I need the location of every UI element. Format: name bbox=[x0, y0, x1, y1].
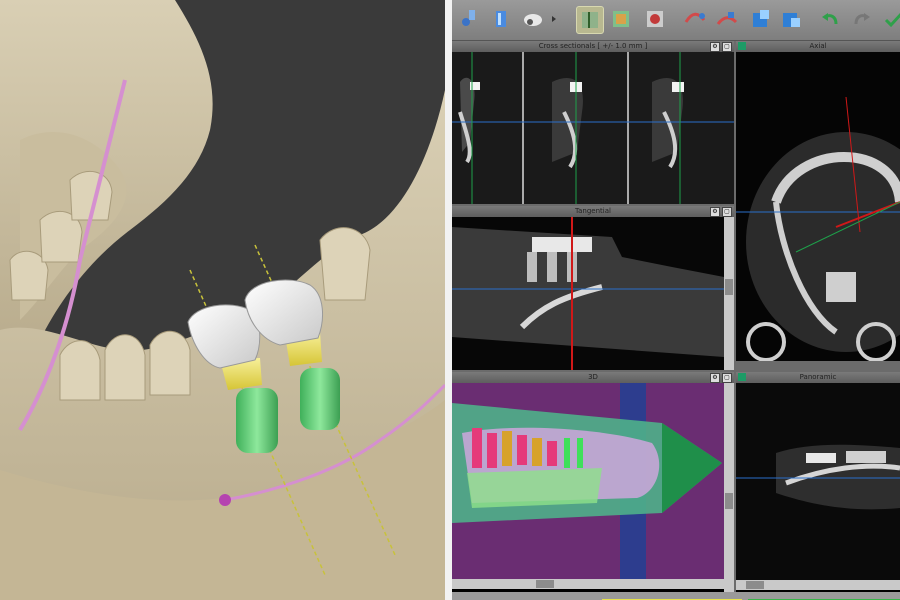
slice-view-icon[interactable] bbox=[576, 6, 604, 34]
3d-view-panel[interactable]: 3D ⚙ ▢ bbox=[452, 372, 734, 592]
render-view-icon[interactable] bbox=[642, 6, 668, 32]
panel-settings-icon[interactable]: ⚙ bbox=[710, 373, 720, 383]
status-segment-green bbox=[748, 592, 900, 600]
scrollbar-thumb[interactable] bbox=[536, 580, 554, 588]
panel-settings-icon[interactable]: ⚙ bbox=[710, 207, 720, 217]
panoramic-title: Panoramic bbox=[799, 373, 837, 381]
panel-maximize-icon[interactable]: ▢ bbox=[722, 42, 732, 52]
3d-vertical-scrollbar[interactable] bbox=[724, 383, 734, 592]
export-icon[interactable] bbox=[748, 6, 774, 32]
panoramic-color-badge bbox=[738, 373, 746, 381]
axial-title-bar: Axial bbox=[736, 41, 900, 52]
tangential-title: Tangential bbox=[575, 207, 611, 215]
toolbar-separator bbox=[552, 6, 556, 32]
panoramic-title-bar: Panoramic bbox=[736, 372, 900, 383]
import-icon[interactable] bbox=[778, 6, 804, 32]
cross-sectionals-title: Cross sectionals [ +/- 1.0 mm ] bbox=[538, 42, 648, 50]
scrollbar-thumb[interactable] bbox=[725, 493, 733, 509]
tangential-slice bbox=[452, 217, 724, 370]
status-segment-yellow bbox=[602, 592, 742, 600]
jaw-3d-render bbox=[0, 0, 445, 600]
accept-icon[interactable] bbox=[880, 6, 900, 32]
scrollbar-thumb[interactable] bbox=[746, 581, 764, 589]
panel-settings-icon[interactable]: ⚙ bbox=[710, 42, 720, 52]
cross-sectionals-panel[interactable]: Cross sectionals [ +/- 1.0 mm ] ⚙ ▢ bbox=[452, 41, 734, 204]
3d-title-bar: 3D ⚙ ▢ bbox=[452, 372, 734, 383]
tangential-title-bar: Tangential ⚙ ▢ bbox=[452, 206, 734, 217]
scrollbar-thumb[interactable] bbox=[725, 279, 733, 295]
axial-color-badge bbox=[738, 42, 746, 50]
measure-icon[interactable] bbox=[714, 6, 740, 32]
panoramic-slice bbox=[736, 383, 900, 581]
3d-model-view bbox=[452, 383, 724, 579]
implant-icon[interactable] bbox=[456, 6, 482, 32]
axial-slice bbox=[736, 52, 900, 361]
status-bar bbox=[452, 592, 900, 600]
axial-panel[interactable]: Axial bbox=[736, 41, 900, 361]
tangential-vertical-scrollbar[interactable] bbox=[724, 217, 734, 370]
panel-maximize-icon[interactable]: ▢ bbox=[722, 207, 732, 217]
3d-horizontal-scrollbar[interactable] bbox=[452, 579, 734, 589]
redo-icon[interactable] bbox=[848, 6, 874, 32]
tangential-panel[interactable]: Tangential ⚙ ▢ bbox=[452, 206, 734, 370]
panoramic-horizontal-scrollbar[interactable] bbox=[736, 580, 900, 590]
cross-section-slices bbox=[452, 52, 734, 204]
3d-title: 3D bbox=[588, 373, 598, 381]
abutment-icon[interactable] bbox=[488, 6, 514, 32]
volume-view-icon[interactable] bbox=[608, 6, 634, 32]
panoramic-panel[interactable]: Panoramic bbox=[736, 372, 900, 592]
undo-icon[interactable] bbox=[818, 6, 844, 32]
crown-icon[interactable] bbox=[520, 6, 546, 32]
implant-planning-app: Cross sectionals [ +/- 1.0 mm ] ⚙ ▢ Axia… bbox=[452, 0, 900, 600]
jaw-illustration bbox=[0, 0, 445, 600]
image-divider bbox=[445, 0, 452, 600]
axial-title: Axial bbox=[809, 42, 827, 50]
main-toolbar bbox=[452, 0, 900, 41]
nerve-icon[interactable] bbox=[682, 6, 708, 32]
panel-maximize-icon[interactable]: ▢ bbox=[722, 373, 732, 383]
cross-sectionals-title-bar: Cross sectionals [ +/- 1.0 mm ] ⚙ ▢ bbox=[452, 41, 734, 52]
